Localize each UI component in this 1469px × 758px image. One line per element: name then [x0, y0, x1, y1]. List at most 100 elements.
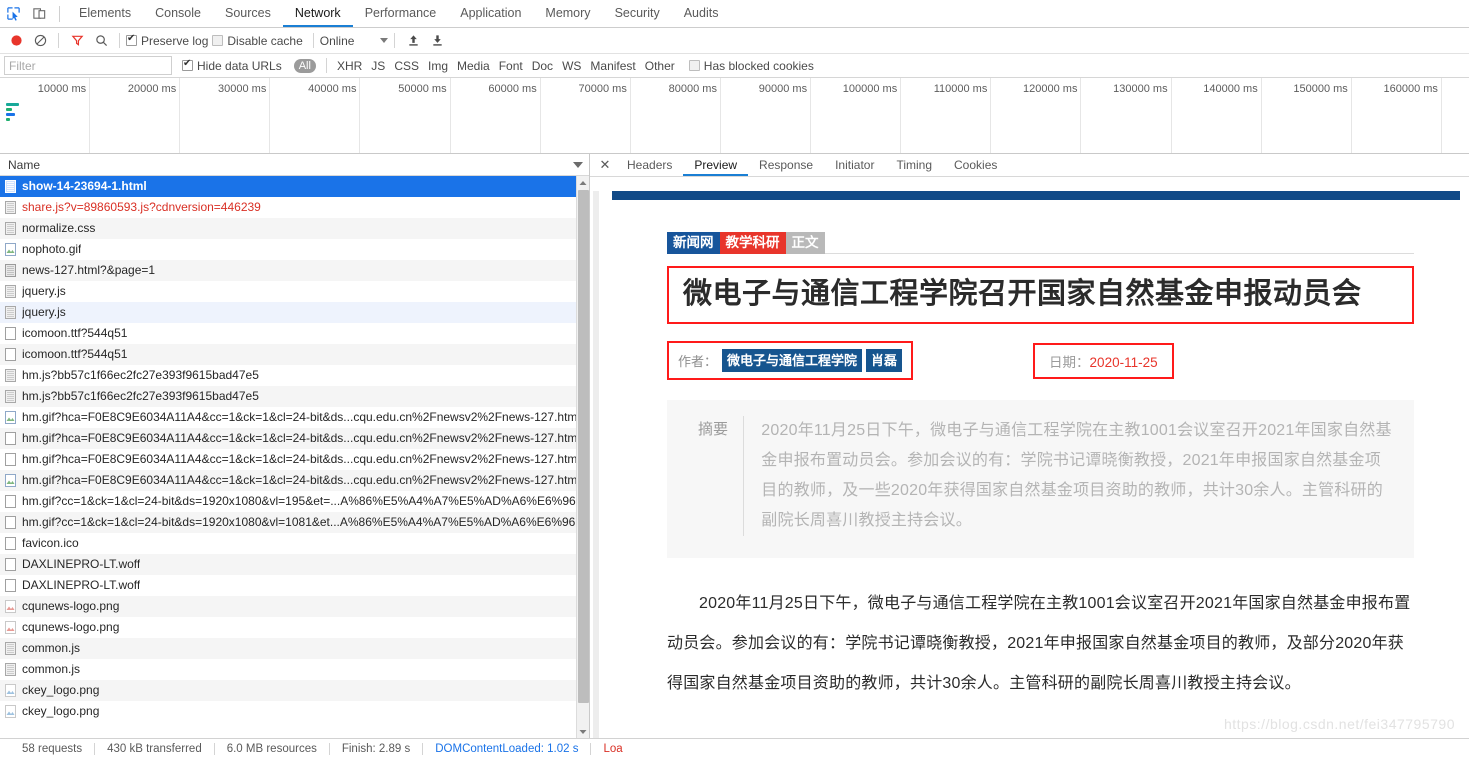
resource-type-filters: All XHR JS CSS Img Media Font Doc WS Man… — [293, 58, 675, 73]
filter-type-font[interactable]: Font — [499, 59, 523, 73]
hide-data-urls-checkbox[interactable]: Hide data URLs — [182, 58, 282, 73]
main-tab-memory[interactable]: Memory — [533, 0, 602, 27]
requests-scrollbar[interactable] — [576, 176, 589, 738]
request-row[interactable]: favicon.ico — [0, 533, 576, 554]
export-har-icon[interactable] — [425, 30, 449, 52]
date-value: 2020-11-25 — [1089, 354, 1158, 370]
throttling-value: Online — [319, 33, 355, 48]
request-row[interactable]: cqunews-logo.png — [0, 617, 576, 638]
sort-caret-icon[interactable] — [573, 161, 583, 168]
request-row[interactable]: normalize.css — [0, 218, 576, 239]
network-status-bar: 58 requests 430 kB transferred 6.0 MB re… — [0, 738, 1469, 758]
timeline-tick-label: 100000 ms — [842, 83, 898, 95]
search-icon[interactable] — [89, 30, 113, 52]
filter-type-media[interactable]: Media — [457, 59, 490, 73]
network-filter-bar: Hide data URLs All XHR JS CSS Img Media … — [0, 54, 1469, 78]
detail-tab-preview[interactable]: Preview — [683, 154, 748, 176]
scrollbar-thumb[interactable] — [578, 190, 589, 703]
request-row[interactable]: hm.gif?hca=F0E8C9E6034A11A4&cc=1&ck=1&cl… — [0, 470, 576, 491]
main-tab-network[interactable]: Network — [283, 0, 353, 27]
preserve-log-checkbox[interactable]: Preserve log — [126, 33, 208, 48]
request-row[interactable]: jquery.js — [0, 302, 576, 323]
request-row[interactable]: hm.gif?cc=1&ck=1&cl=24-bit&ds=1920x1080&… — [0, 512, 576, 533]
request-row[interactable]: icomoon.ttf?544q51 — [0, 323, 576, 344]
request-row[interactable]: icomoon.ttf?544q51 — [0, 344, 576, 365]
requests-rows-viewport: show-14-23694-1.html share.js?v=89860593.… — [0, 176, 589, 738]
request-row[interactable]: nophoto.gif — [0, 239, 576, 260]
filter-type-manifest[interactable]: Manifest — [590, 59, 635, 73]
detail-tab-initiator[interactable]: Initiator — [824, 154, 885, 176]
filter-type-css[interactable]: CSS — [394, 59, 419, 73]
request-row[interactable]: DAXLINEPRO-LT.woff — [0, 554, 576, 575]
font-icon — [5, 326, 17, 340]
document-icon — [5, 263, 17, 277]
preview-left-scroll-gutter[interactable] — [593, 191, 599, 738]
main-tab-application[interactable]: Application — [448, 0, 533, 27]
main-tab-performance[interactable]: Performance — [353, 0, 449, 27]
disable-cache-checkbox[interactable]: Disable cache — [212, 34, 303, 48]
has-blocked-cookies-box[interactable] — [688, 60, 700, 71]
font-icon — [5, 557, 17, 571]
close-icon[interactable]: ✕ — [594, 157, 616, 173]
request-row[interactable]: hm.gif?hca=F0E8C9E6034A11A4&cc=1&ck=1&cl… — [0, 407, 576, 428]
date-label: 日期： — [1049, 354, 1090, 370]
preserve-log-box[interactable] — [126, 33, 137, 46]
detail-tab-response[interactable]: Response — [748, 154, 824, 176]
filter-input[interactable] — [4, 56, 172, 75]
author-tag-department[interactable]: 微电子与通信工程学院 — [722, 349, 863, 372]
filter-type-all[interactable]: All — [293, 58, 316, 73]
main-tab-elements[interactable]: Elements — [67, 0, 143, 27]
filter-type-doc[interactable]: Doc — [532, 59, 553, 73]
request-row[interactable]: share.js?v=89860593.js?cdnversion=446239 — [0, 197, 576, 218]
detail-tab-timing[interactable]: Timing — [885, 154, 943, 176]
request-row[interactable]: common.js — [0, 638, 576, 659]
request-row[interactable]: hm.js?bb57c1f66ec2fc27e393f9615bad47e5 — [0, 386, 576, 407]
main-tab-audits[interactable]: Audits — [672, 0, 731, 27]
request-row[interactable]: hm.js?bb57c1f66ec2fc27e393f9615bad47e5 — [0, 365, 576, 386]
filter-type-img[interactable]: Img — [428, 59, 448, 73]
request-row[interactable]: ckey_logo.png — [0, 680, 576, 701]
detail-tab-headers[interactable]: Headers — [616, 154, 683, 176]
main-tab-security[interactable]: Security — [603, 0, 672, 27]
author-tag-person[interactable]: 肖磊 — [866, 349, 903, 372]
request-row[interactable]: jquery.js — [0, 281, 576, 302]
record-button[interactable] — [4, 30, 28, 52]
request-row[interactable]: hm.gif?hca=F0E8C9E6034A11A4&cc=1&ck=1&cl… — [0, 428, 576, 449]
filter-type-other[interactable]: Other — [645, 59, 675, 73]
timeline-tick-label: 80000 ms — [668, 83, 717, 95]
main-tab-console[interactable]: Console — [143, 0, 213, 27]
filter-icon[interactable] — [65, 30, 89, 52]
breadcrumb-item-category[interactable]: 教学科研 — [719, 232, 786, 254]
network-timeline-overview[interactable]: 10000 ms 20000 ms 30000 ms 40000 ms 50000 ms… — [0, 78, 1469, 154]
detail-tab-cookies[interactable]: Cookies — [943, 154, 1008, 176]
clear-button[interactable] — [28, 30, 52, 52]
request-row[interactable]: hm.gif?hca=F0E8C9E6034A11A4&cc=1&ck=1&cl… — [0, 449, 576, 470]
filter-type-ws[interactable]: WS — [562, 59, 581, 73]
inspect-element-icon[interactable] — [0, 1, 26, 27]
main-tab-sources[interactable]: Sources — [213, 0, 283, 27]
disable-cache-box[interactable] — [212, 35, 224, 46]
request-row[interactable]: ckey_logo.png — [0, 701, 576, 722]
requests-column-header[interactable]: Name — [0, 154, 589, 176]
scroll-down-arrow-icon[interactable] — [577, 725, 589, 738]
request-name: ckey_logo.png — [22, 683, 100, 697]
hide-data-urls-box[interactable] — [182, 58, 193, 71]
import-har-icon[interactable] — [401, 30, 425, 52]
breadcrumb-item-site[interactable]: 新闻网 — [667, 232, 720, 254]
devtools-window: Elements Console Sources Network Perform… — [0, 0, 1469, 758]
request-row[interactable]: news-127.html?&page=1 — [0, 260, 576, 281]
filter-type-xhr[interactable]: XHR — [337, 59, 362, 73]
request-row[interactable]: cqunews-logo.png — [0, 596, 576, 617]
timeline-tick-cell: 160000 ms — [1352, 78, 1442, 153]
font-icon — [5, 452, 17, 466]
filter-type-js[interactable]: JS — [371, 59, 385, 73]
request-row[interactable]: common.js — [0, 659, 576, 680]
scroll-up-arrow-icon[interactable] — [577, 176, 589, 189]
request-row[interactable]: hm.gif?cc=1&ck=1&cl=24-bit&ds=1920x1080&… — [0, 491, 576, 512]
toolbar-divider-1 — [58, 33, 59, 48]
throttling-select[interactable]: Online — [320, 34, 389, 48]
device-toolbar-icon[interactable] — [26, 1, 52, 27]
request-row[interactable]: show-14-23694-1.html — [0, 176, 576, 197]
has-blocked-cookies-checkbox[interactable]: Has blocked cookies — [688, 59, 814, 73]
request-row[interactable]: DAXLINEPRO-LT.woff — [0, 575, 576, 596]
